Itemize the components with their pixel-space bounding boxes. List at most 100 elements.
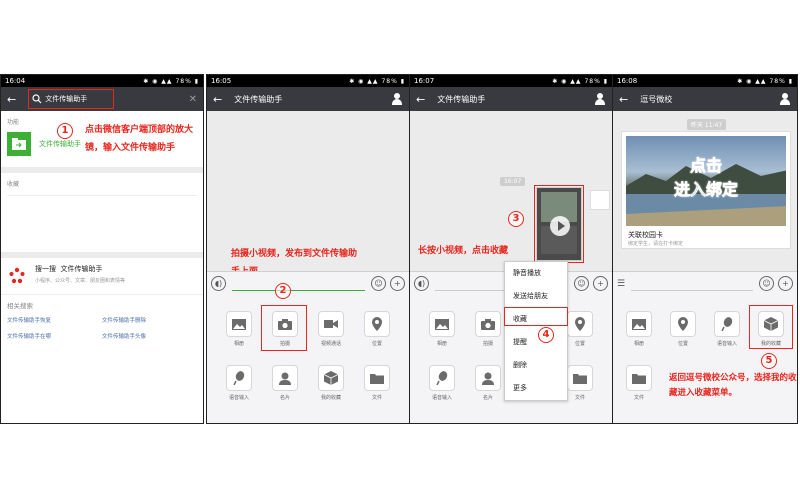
menu-item-more[interactable]: 更多 [505,377,567,400]
panel-long-press: 16:07 ✱ ◉ ▲▲ 78% ▮ ← 文件传输助手 16:07 3 长按小视… [409,74,613,424]
back-arrow-icon[interactable]: ← [213,93,222,106]
location-button[interactable]: 位置 [663,311,703,347]
signal-icons: ✱ ◉ ▲▲ 78% ▮ [552,77,608,85]
related-grid: 文件传输助手恢复 文件传输助手删除 文件传输助手在哪 文件传输助手头像 [1,316,203,340]
related-item[interactable]: 文件传输助手在哪 [7,332,102,340]
location-pin-icon [678,317,688,331]
banner-text-1: 点击 [689,156,723,176]
camera-button[interactable]: 拍摄 [468,311,508,347]
search-input[interactable]: 文件传输助手 [45,94,87,104]
step-number: 4 [538,327,554,343]
emoji-icon[interactable]: ☺ [371,276,386,291]
album-button[interactable]: 相册 [219,311,259,347]
contact-profile-icon[interactable] [594,93,606,105]
function-result-label: 文件传输助手 [39,140,81,148]
voice-input-button[interactable]: 语音输入 [707,311,747,347]
voice-icon[interactable]: ◖) [414,276,429,291]
emoji-icon[interactable]: ☺ [574,276,589,291]
back-arrow-icon[interactable]: ← [7,93,16,106]
chat-input-bar: ◖) ☺ + [207,271,409,295]
signal-icons: ✱ ◉ ▲▲ 78% ▮ [143,77,199,85]
folder-icon [632,373,646,384]
chat-header: ← 逗号微校 [613,87,797,111]
step-number: 3 [508,211,524,227]
contact-card-button[interactable]: 名片 [265,365,305,401]
related-item[interactable]: 文件传输助手头像 [102,332,197,340]
section-favorites-label: 收藏 [7,181,20,188]
plus-icon[interactable]: + [593,276,608,291]
step-annotation: 点击微信客户端顶部的放大镜，输入文件传输助手 [85,125,194,153]
chat-header: ← 文件传输助手 [410,87,612,111]
status-time: 16:07 [414,77,435,85]
panel-search: 16:04 ✱ ◉ ▲▲ 78% ▮ ← 文件传输助手 ✕ 功能 文件传输助手 … [0,74,204,424]
microphone-icon [233,371,245,385]
album-button[interactable]: 相册 [422,311,462,347]
related-item[interactable]: 文件传输助手删除 [102,316,197,324]
video-icon [324,320,338,328]
voice-icon[interactable]: ◖) [211,276,226,291]
status-time: 16:08 [617,77,638,85]
voice-input-button[interactable]: 语音输入 [422,365,462,401]
souyisou-label: 搜一搜 [35,265,56,273]
card-subtitle: 绑定学生，请在打卡绑定 [628,241,684,247]
chat-timestamp: 昨天 11:47 [687,119,727,130]
context-menu: 静音播放 发送给朋友 收藏 提醒 删除 更多 [504,261,568,401]
chat-title: 文件传输助手 [437,94,486,104]
album-button[interactable]: 相册 [619,311,659,347]
message-input[interactable] [631,277,753,291]
plus-icon[interactable]: + [778,276,793,291]
signal-icons: ✱ ◉ ▲▲ 78% ▮ [349,77,405,85]
voice-input-button[interactable]: 语音输入 [219,365,259,401]
microphone-icon [721,317,733,331]
account-profile-icon[interactable] [779,93,791,105]
souyisou-icon [9,267,25,284]
step-number: 5 [761,353,777,369]
card-title: 关联校园卡 [628,231,663,239]
highlight-box [749,305,793,349]
status-time: 16:04 [5,77,26,85]
banner-image[interactable]: 点击 进入绑定 [626,136,786,226]
camera-icon [481,318,495,330]
related-item[interactable]: 文件传输助手恢复 [7,316,102,324]
status-bar: 16:05 ✱ ◉ ▲▲ 78% ▮ [207,75,409,87]
chat-bubble [590,190,610,210]
souyisou-query: 文件传输助手 [60,265,103,273]
location-button[interactable]: 位置 [357,311,397,347]
menu-toggle-icon[interactable]: ☰ [617,279,625,289]
chat-title: 逗号微校 [640,94,673,104]
message-input[interactable] [232,277,365,291]
step-number: 2 [275,283,291,299]
emoji-icon[interactable]: ☺ [759,276,774,291]
chat-header: ← 文件传输助手 [207,87,409,111]
step-annotation: 返回逗号微校公众号，选择我的收藏进入收藏菜单。 [669,373,797,398]
menu-item-mute-play[interactable]: 静音播放 [505,262,567,285]
folder-icon [370,373,384,384]
article-card[interactable]: 点击 进入绑定 关联校园卡 绑定学生，请在打卡绑定 [621,131,791,249]
file-button[interactable]: 文件 [619,365,659,401]
cube-icon [324,371,338,385]
status-time: 16:05 [211,77,232,85]
video-call-button[interactable]: 视频通话 [311,311,351,347]
signal-icons: ✱ ◉ ▲▲ 78% ▮ [737,77,793,85]
highlight-box [261,305,307,351]
back-arrow-icon[interactable]: ← [416,93,425,106]
menu-item-delete[interactable]: 删除 [505,354,567,377]
menu-item-send-to-friend[interactable]: 发送给朋友 [505,285,567,308]
clear-icon[interactable]: ✕ [189,94,197,105]
search-results: 功能 文件传输助手 收藏 搜一搜 文件传输助手 小程序、公众号、文章、朋友圈和表… [1,111,203,423]
souyisou-row[interactable]: 搜一搜 文件传输助手 小程序、公众号、文章、朋友圈和表情等 [1,258,203,294]
status-bar: 16:07 ✱ ◉ ▲▲ 78% ▮ [410,75,612,87]
image-icon [435,318,449,330]
panel-record-video: 16:05 ✱ ◉ ▲▲ 78% ▮ ← 文件传输助手 拍摄小视频，发布到文件传… [206,74,410,424]
menu-item-remind[interactable]: 提醒 [505,331,567,354]
contact-profile-icon[interactable] [391,93,403,105]
search-field[interactable]: 文件传输助手 [28,89,115,109]
plus-icon[interactable]: + [390,276,405,291]
person-icon [279,372,291,385]
contact-card-button[interactable]: 名片 [468,365,508,401]
image-icon [632,318,646,330]
file-button[interactable]: 文件 [357,365,397,401]
highlight-box [504,307,568,326]
favorites-button[interactable]: 我的收藏 [311,365,351,401]
back-arrow-icon[interactable]: ← [619,93,628,106]
